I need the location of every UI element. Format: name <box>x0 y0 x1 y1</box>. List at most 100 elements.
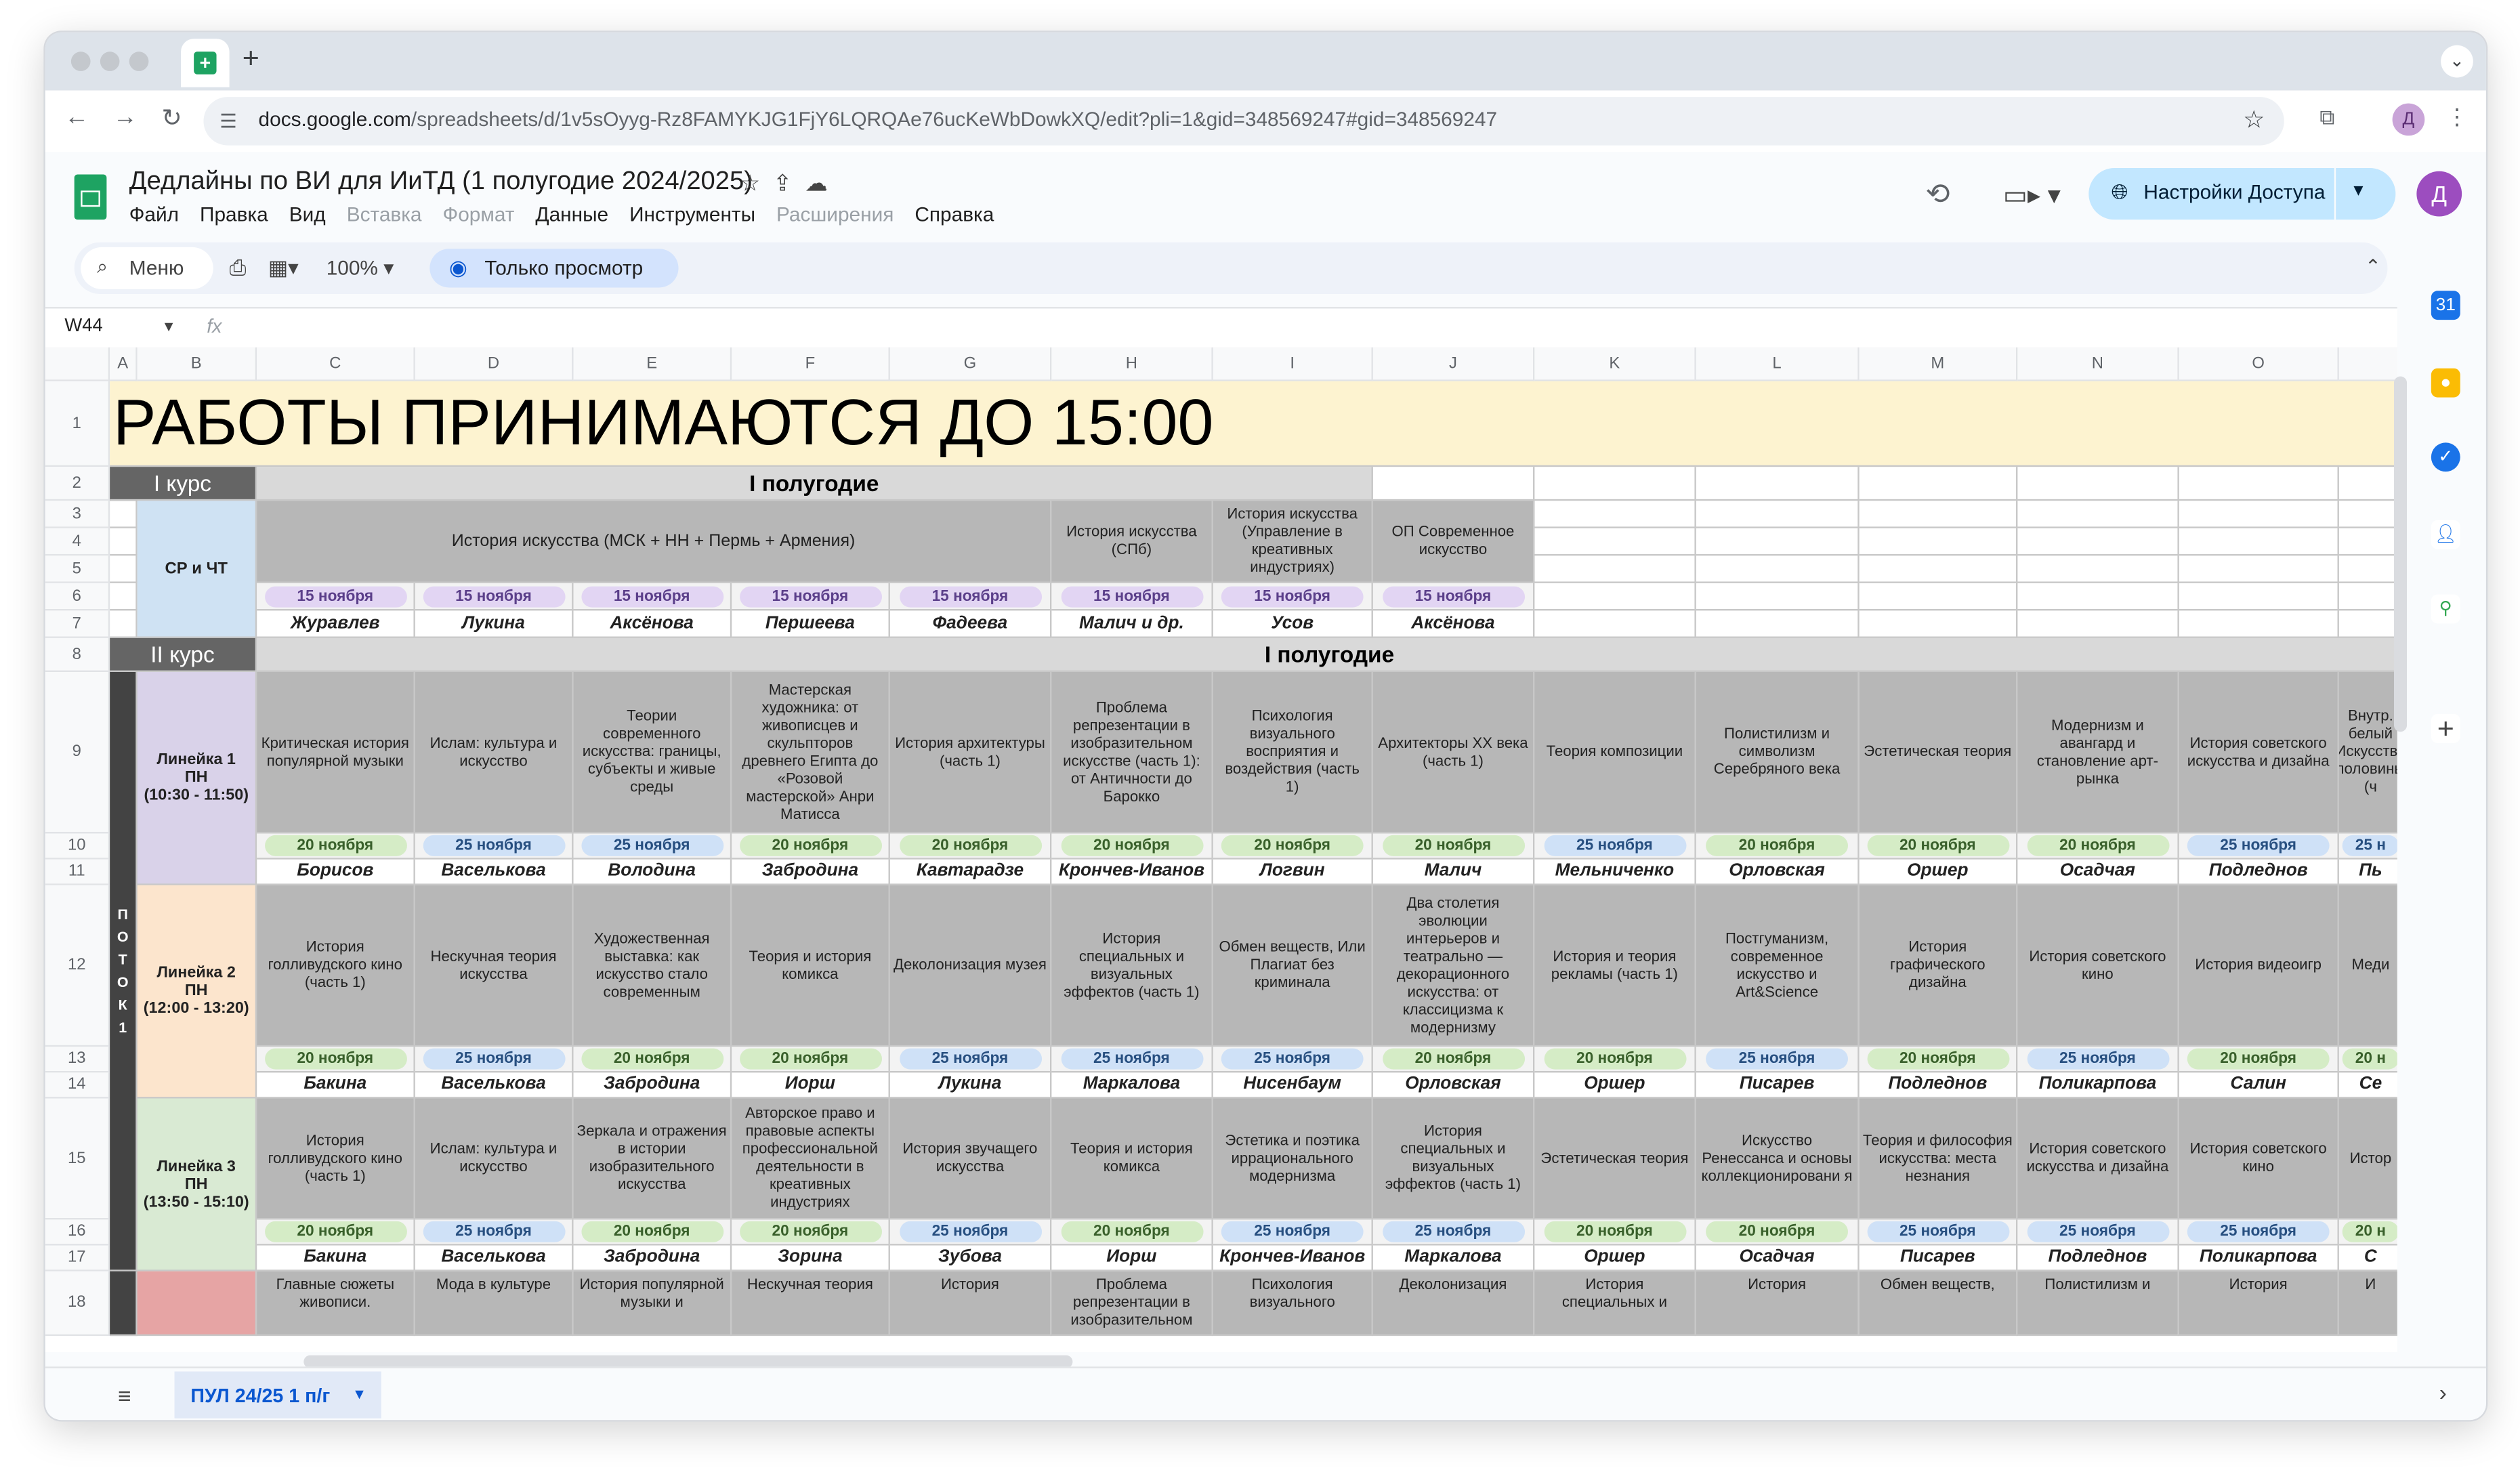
deadline-cell[interactable]: 20 н <box>2338 1047 2397 1073</box>
course-1-label[interactable]: I курс <box>110 467 257 501</box>
teacher-cell[interactable]: Осадчая <box>2017 859 2179 885</box>
account-avatar[interactable]: Д <box>2416 171 2462 217</box>
deadline-cell[interactable]: 25 ноября <box>1213 1047 1373 1073</box>
subject-cell[interactable]: Психология визуального восприятия и возд… <box>1213 671 1373 834</box>
row-header[interactable]: 5 <box>45 555 110 583</box>
teacher-cell[interactable]: Васелькова <box>415 859 574 885</box>
row-header[interactable]: 15 <box>45 1098 110 1220</box>
extensions-icon[interactable]: ⧉ <box>2319 105 2334 131</box>
empty-cell[interactable] <box>1372 467 1535 501</box>
teacher-cell[interactable]: Осадчая <box>1696 1245 1860 1272</box>
column-header[interactable]: A <box>110 347 138 381</box>
deadline-cell[interactable]: 20 ноября <box>889 833 1052 860</box>
teacher-cell[interactable]: Журавлев <box>257 610 415 638</box>
subject-cell[interactable]: Эстетика и поэтика иррационального модер… <box>1213 1098 1373 1220</box>
empty-cell[interactable] <box>2338 501 2397 528</box>
deadline-cell[interactable]: 25 ноября <box>889 1219 1052 1246</box>
subject-cell[interactable]: Внутр. белый Искусство половины (ч <box>2338 671 2397 834</box>
empty-cell[interactable] <box>2179 528 2339 556</box>
column-header[interactable]: H <box>1051 347 1213 381</box>
deadline-cell[interactable]: 15 ноября <box>1051 583 1213 611</box>
subject-cell[interactable]: Критическая история популярной музыки <box>257 671 415 834</box>
teacher-cell[interactable]: Поликарпова <box>2179 1245 2339 1272</box>
teacher-cell[interactable]: Фадеева <box>889 610 1052 638</box>
teacher-cell[interactable]: Салин <box>2179 1072 2339 1099</box>
row-header[interactable]: 14 <box>45 1072 110 1099</box>
row-header[interactable]: 12 <box>45 885 110 1047</box>
deadline-cell[interactable]: 20 ноября <box>732 1047 890 1073</box>
teacher-cell[interactable]: Нисенбаум <box>1213 1072 1373 1099</box>
subject-cell[interactable]: Полистилизм и <box>2017 1271 2179 1337</box>
get-addons-icon[interactable]: + <box>2431 714 2460 743</box>
minimize-window-icon[interactable] <box>100 51 120 71</box>
subject-cell[interactable]: История архитектуры (часть 1) <box>889 671 1052 834</box>
empty-cell[interactable] <box>1534 555 1696 583</box>
teacher-cell[interactable]: Подледнов <box>1859 1072 2018 1099</box>
course-1-subject[interactable]: История искусства (Управление в креативн… <box>1213 501 1373 583</box>
teacher-cell[interactable]: Орловская <box>1372 1072 1535 1099</box>
empty-cell[interactable] <box>110 555 138 583</box>
menu-6[interactable]: Инструменты <box>629 203 755 226</box>
subject-cell[interactable]: Искусство Ренессанса и основы коллекцион… <box>1696 1098 1860 1220</box>
subject-cell[interactable]: Обмен веществ, <box>1859 1271 2018 1337</box>
column-header[interactable]: O <box>2179 347 2339 381</box>
teacher-cell[interactable]: Лукина <box>889 1072 1052 1099</box>
deadline-cell[interactable]: 20 н <box>2338 1219 2397 1246</box>
empty-cell[interactable] <box>2338 610 2397 638</box>
stream-1-label[interactable]: ПОТОК1 <box>110 671 138 1272</box>
deadline-cell[interactable]: 20 ноября <box>573 1219 732 1246</box>
deadline-cell[interactable]: 20 ноября <box>1859 1047 2018 1073</box>
deadline-cell[interactable]: 25 ноября <box>2017 1219 2179 1246</box>
subject-cell[interactable]: Ислам: культура и искусство <box>415 671 574 834</box>
subject-cell[interactable]: История голливудского кино (часть 1) <box>257 1098 415 1220</box>
line-label[interactable]: Линейка 1 ПН (10:30 - 11:50) <box>137 671 257 885</box>
empty-cell[interactable] <box>1696 528 1860 556</box>
tab-search-icon[interactable]: ⌄ <box>2441 45 2473 78</box>
deadline-cell[interactable]: 15 ноября <box>257 583 415 611</box>
teacher-cell[interactable]: Крончев-Иванов <box>1051 859 1213 885</box>
subject-cell[interactable]: Главные сюжеты живописи. <box>257 1271 415 1337</box>
teacher-cell[interactable]: Першеева <box>732 610 890 638</box>
empty-cell[interactable] <box>2179 610 2339 638</box>
menu-8[interactable]: Справка <box>915 203 994 226</box>
subject-cell[interactable]: Теория композиции <box>1534 671 1696 834</box>
subject-cell[interactable]: Проблема репрезентации в изобразительном… <box>1051 671 1213 834</box>
deadline-cell[interactable]: 15 ноября <box>573 583 732 611</box>
select-all-corner[interactable] <box>45 347 110 381</box>
deadline-cell[interactable]: 25 ноября <box>415 1219 574 1246</box>
row-header[interactable]: 6 <box>45 583 110 611</box>
subject-cell[interactable]: Деколонизация музея <box>889 885 1052 1047</box>
teacher-cell[interactable]: Писарев <box>1696 1072 1860 1099</box>
subject-cell[interactable]: Ислам: культура и искусство <box>415 1098 574 1220</box>
teacher-cell[interactable]: Подледнов <box>2179 859 2339 885</box>
teacher-cell[interactable]: Лукина <box>415 610 574 638</box>
row-header[interactable]: 16 <box>45 1219 110 1246</box>
teacher-cell[interactable]: Пь <box>2338 860 2397 885</box>
subject-cell[interactable]: Мода в культуре <box>415 1271 574 1337</box>
teacher-cell[interactable]: Зорина <box>732 1245 890 1272</box>
tasks-icon[interactable]: ✓ <box>2431 442 2460 472</box>
empty-cell[interactable] <box>1534 467 1696 501</box>
subject-cell[interactable]: Истор <box>2338 1098 2397 1220</box>
bookmark-star-icon[interactable]: ☆ <box>2243 105 2265 134</box>
subject-cell[interactable]: История специальных и <box>1534 1271 1696 1337</box>
subject-cell[interactable]: История советского искусства и дизайна <box>2179 671 2339 834</box>
close-window-icon[interactable] <box>70 51 91 71</box>
subject-cell[interactable]: Модернизм и авангард и становление арт-р… <box>2017 671 2179 834</box>
deadline-cell[interactable]: 15 ноября <box>889 583 1052 611</box>
browser-menu-icon[interactable]: ⋮ <box>2445 104 2468 131</box>
group-cp[interactable]: СР и ЧТ <box>137 501 257 638</box>
version-history-icon[interactable]: ⟲ <box>1925 177 1950 211</box>
subject-cell[interactable]: Обмен веществ, Или Плагиат без криминала <box>1213 885 1373 1047</box>
empty-cell[interactable] <box>1859 583 2018 611</box>
empty-cell[interactable] <box>1534 528 1696 556</box>
empty-cell[interactable] <box>2338 528 2397 556</box>
column-header[interactable]: D <box>415 347 574 381</box>
subject-cell[interactable]: История голливудского кино (часть 1) <box>257 885 415 1047</box>
subject-cell[interactable]: История <box>2179 1271 2339 1337</box>
deadline-cell[interactable]: 20 ноября <box>1534 1219 1696 1246</box>
row-header[interactable]: 13 <box>45 1047 110 1073</box>
course-1-subject[interactable]: История искусства (МСК + НН + Пермь + Ар… <box>257 501 1052 583</box>
subject-cell[interactable]: Меди <box>2338 885 2397 1047</box>
vertical-scrollbar[interactable] <box>2393 376 2408 732</box>
